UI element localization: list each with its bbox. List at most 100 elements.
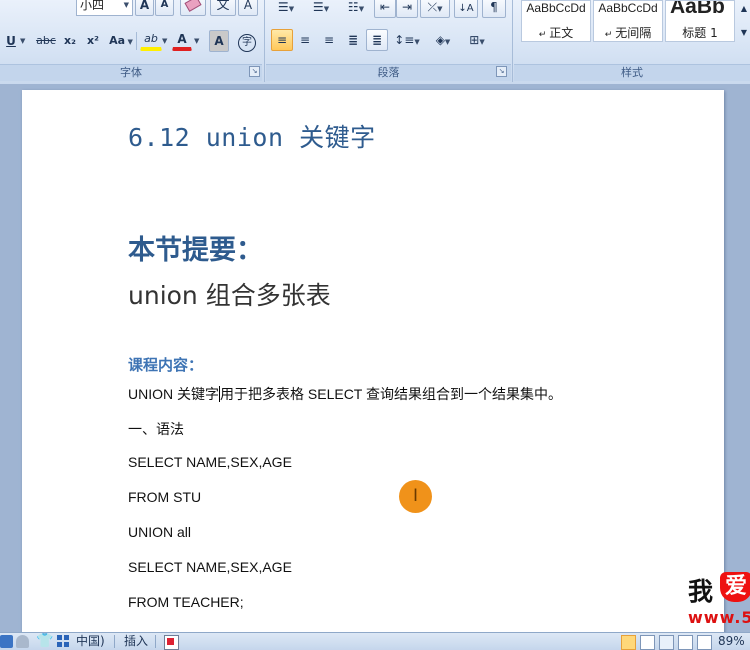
document-area: 6.12 union 关键字 本节提要： union 组合多张表 课程内容： U… xyxy=(0,84,750,650)
shirt-icon[interactable]: 👕 xyxy=(36,634,53,648)
numbering-button[interactable]: ☰▼ xyxy=(305,0,337,18)
grid-icon[interactable] xyxy=(57,635,70,648)
doc-line: 一、语法 xyxy=(128,421,184,437)
style-sample: AaBbCcDd xyxy=(526,1,586,15)
font-group-caption: 字体 xyxy=(0,64,262,81)
doc-line: SELECT NAME,SEX,AGE xyxy=(128,559,292,575)
paint-bucket-icon: ◈ xyxy=(435,33,445,47)
show-marks-button[interactable]: ¶ xyxy=(482,0,506,18)
style-sample: AaBb xyxy=(670,0,725,18)
distribute-icon: ≣ xyxy=(371,33,383,47)
pilcrow-icon: ¶ xyxy=(490,0,498,14)
outline-view-icon[interactable] xyxy=(678,635,693,650)
font-dialog-launcher-icon[interactable]: ↘ xyxy=(249,66,260,77)
doc-line: FROM TEACHER; xyxy=(128,594,244,610)
chinese-layout-button[interactable]: ⤫▼ xyxy=(420,0,450,18)
align-left-icon: ≡ xyxy=(276,33,288,47)
styles-more-icon[interactable]: ▼ xyxy=(736,22,750,44)
mouse-cursor-icon: I xyxy=(399,480,432,513)
sort-icon: ↓A xyxy=(458,3,474,14)
paragraph-dialog-launcher-icon[interactable]: ↘ xyxy=(496,66,507,77)
language-status[interactable]: 中国) xyxy=(76,633,105,650)
user-icon[interactable] xyxy=(16,635,29,648)
borders-button[interactable]: ⊞▼ xyxy=(462,29,492,51)
sort-button[interactable]: ↓A xyxy=(454,0,478,18)
document-page[interactable]: 6.12 union 关键字 本节提要： union 组合多张表 课程内容： U… xyxy=(22,90,724,650)
divider xyxy=(136,32,137,50)
divider xyxy=(114,635,115,648)
char-shading-button[interactable]: A xyxy=(209,30,229,52)
style-name: ↵ 无间隔 xyxy=(604,26,652,40)
eraser-icon xyxy=(184,0,202,12)
intro-paragraph: UNION 关键字用于把多表格 SELECT 查询结果组合到一个结果集中。 xyxy=(128,386,562,402)
macro-record-icon[interactable] xyxy=(164,635,179,650)
highlight-button[interactable]: ab xyxy=(140,30,162,51)
enclose-char-button[interactable]: 字 xyxy=(236,30,258,52)
chevron-down-icon: ▼ xyxy=(162,37,168,45)
divider xyxy=(155,635,156,648)
indent-icon: ⇥ xyxy=(401,0,413,14)
style-no-spacing[interactable]: AaBbCcDd ↵ 无间隔 xyxy=(593,0,663,42)
chevron-down-icon: ▼ xyxy=(125,38,133,46)
char-border-button[interactable]: A xyxy=(238,0,258,16)
insert-mode-status[interactable]: 插入 xyxy=(124,633,148,650)
shading-button[interactable]: ◈▼ xyxy=(428,29,458,51)
bullets-button[interactable]: ☰▼ xyxy=(270,0,302,18)
print-layout-view-icon[interactable] xyxy=(621,635,636,650)
chevron-down-icon: ▼ xyxy=(20,37,26,45)
font-color-button[interactable]: A xyxy=(172,30,192,51)
section-heading: 本节提要： xyxy=(128,235,263,266)
web-layout-icon[interactable] xyxy=(659,635,674,650)
shrink-font-button[interactable]: A xyxy=(155,0,174,16)
input-method-icon[interactable] xyxy=(0,635,13,648)
increase-indent-button[interactable]: ⇥ xyxy=(396,0,418,18)
style-heading-1[interactable]: AaBb 标题 1 xyxy=(665,0,735,42)
style-name: ↵ 正文 xyxy=(538,26,574,40)
doc-line: SELECT NAME,SEX,AGE xyxy=(128,454,292,470)
document-title: 6.12 union 关键字 xyxy=(128,123,376,152)
doc-line: FROM STU xyxy=(128,489,202,505)
styles-group-caption: 样式 xyxy=(514,64,750,81)
decrease-indent-button[interactable]: ⇤ xyxy=(374,0,396,18)
section-subheading: union 组合多张表 xyxy=(128,281,331,310)
outdent-icon: ⇤ xyxy=(379,0,391,14)
zoom-level[interactable]: 89% xyxy=(718,633,745,650)
styles-scroll-up-icon[interactable]: ▲ xyxy=(736,0,750,20)
doc-line: UNION all xyxy=(128,524,192,540)
line-spacing-button[interactable]: ↕≡▼ xyxy=(392,29,422,51)
font-size-value: 小四 xyxy=(80,0,105,12)
chevron-down-icon: ▼ xyxy=(123,1,129,9)
align-center-button[interactable]: ≡ xyxy=(294,29,316,51)
paragraph-mark-icon: ↵ xyxy=(604,30,616,40)
font-size-select[interactable]: 小四 ▼ xyxy=(76,0,133,16)
full-screen-reading-icon[interactable] xyxy=(640,635,655,650)
clear-format-button[interactable] xyxy=(180,0,206,16)
align-right-icon: ≡ xyxy=(323,33,335,47)
status-bar: 👕 中国) 插入 89% xyxy=(0,632,750,650)
strikethrough-button[interactable]: abc xyxy=(32,30,60,52)
paragraph-group-caption: 段落 xyxy=(266,64,511,81)
style-normal[interactable]: AaBbCcDd ↵ 正文 xyxy=(521,0,591,42)
course-content-label: 课程内容： xyxy=(128,356,204,374)
bullet-list-icon: ☰ xyxy=(277,0,289,14)
chinese-layout-icon: ⤫ xyxy=(427,0,438,14)
paragraph-mark-icon: ↵ xyxy=(538,30,550,40)
numbered-list-icon: ☰ xyxy=(312,0,324,14)
group-divider xyxy=(512,0,513,82)
multilevel-list-icon: ☷ xyxy=(347,0,359,14)
style-name: 标题 1 xyxy=(682,26,718,40)
distribute-button[interactable]: ≣ xyxy=(366,29,388,51)
draft-view-icon[interactable] xyxy=(697,635,712,650)
subscript-button[interactable]: x₂ xyxy=(59,30,81,52)
change-case-button[interactable]: Aa ▼ xyxy=(106,30,136,52)
multilevel-list-button[interactable]: ☷▼ xyxy=(340,0,372,18)
align-right-button[interactable]: ≡ xyxy=(318,29,340,51)
grow-font-button[interactable]: A xyxy=(135,0,154,16)
superscript-button[interactable]: x² xyxy=(82,30,104,52)
phonetic-icon: 文 xyxy=(216,0,230,13)
chevron-down-icon: ▼ xyxy=(194,37,200,45)
phonetic-guide-button[interactable]: 文 xyxy=(210,0,236,16)
justify-button[interactable]: ≣ xyxy=(342,29,364,51)
align-left-button[interactable]: ≡ xyxy=(271,29,293,51)
underline-button[interactable]: U xyxy=(2,30,20,52)
